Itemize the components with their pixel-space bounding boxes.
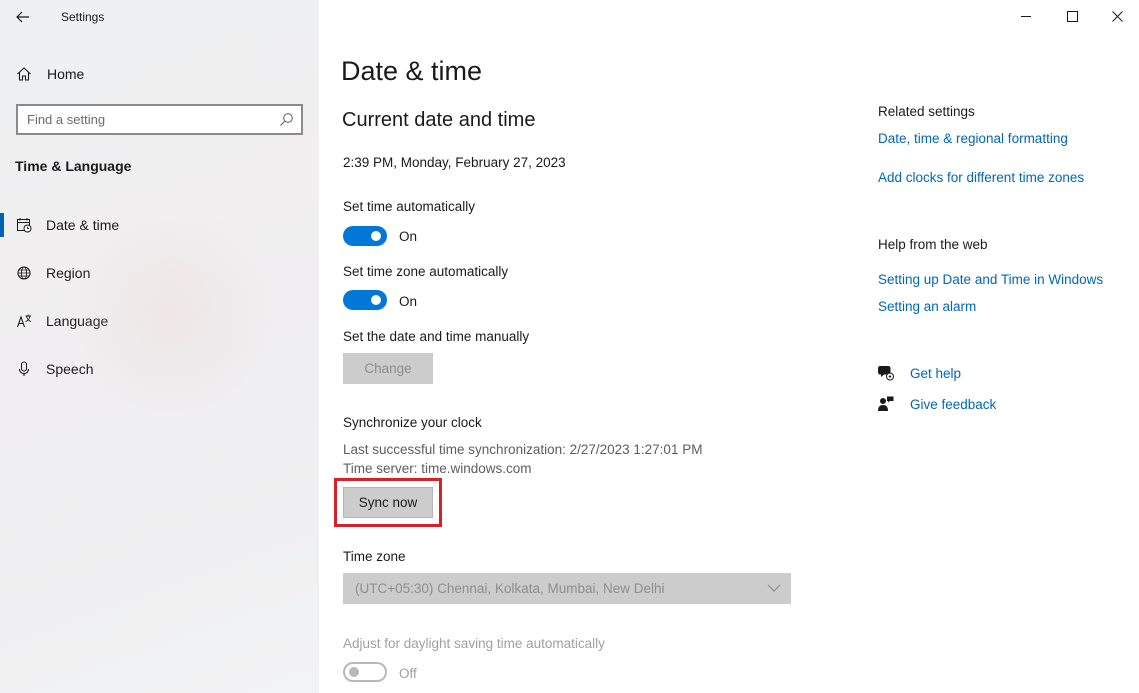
toggle-knob [371,231,381,241]
search-box[interactable] [16,104,303,135]
get-help-link[interactable]: Get help [910,366,961,381]
sidebar-item-speech[interactable]: Speech [0,349,319,389]
section-heading: Current date and time [342,109,536,131]
get-help-icon [878,366,894,381]
set-time-auto-label: Set time automatically [343,199,476,214]
minimize-button[interactable] [1003,0,1049,32]
sidebar-item-date-time[interactable]: Date & time [0,205,319,245]
sidebar-item-label: Speech [46,361,94,377]
current-datetime: 2:39 PM, Monday, February 27, 2023 [343,155,566,170]
back-button[interactable] [6,4,40,30]
maximize-icon [1066,10,1078,22]
set-timezone-auto-label: Set time zone automatically [343,264,509,279]
regional-formatting-link[interactable]: Date, time & regional formatting [878,131,1068,146]
time-server-text: Time server: time.windows.com [343,461,532,476]
search-icon[interactable] [279,112,294,127]
language-icon [16,314,32,328]
back-arrow-icon [16,11,29,23]
set-time-auto-toggle[interactable] [343,226,387,246]
app-title: Settings [61,10,105,24]
chevron-down-icon [767,584,781,592]
selection-indicator [0,213,4,237]
search-input[interactable] [18,106,268,133]
toggle-knob [349,667,359,677]
dst-toggle[interactable] [343,662,387,682]
sync-heading: Synchronize your clock [343,415,482,430]
dst-label: Adjust for daylight saving time automati… [343,636,605,651]
set-timezone-auto-state: On [399,294,418,309]
sidebar-item-label: Region [46,265,91,281]
microphone-icon [18,361,30,376]
set-time-auto-state: On [399,229,418,244]
sidebar-item-region[interactable]: Region [0,253,319,293]
related-settings-heading: Related settings [878,104,975,119]
set-timezone-auto-toggle[interactable] [343,290,387,310]
dst-state: Off [399,666,417,681]
time-zone-dropdown[interactable]: (UTC+05:30) Chennai, Kolkata, Mumbai, Ne… [343,573,791,604]
manual-time-label: Set the date and time manually [343,329,530,344]
change-button[interactable]: Change [343,353,433,384]
time-zone-value: (UTC+05:30) Chennai, Kolkata, Mumbai, Ne… [355,581,665,596]
time-zone-label: Time zone [343,549,406,564]
sync-now-button[interactable]: Sync now [343,487,433,518]
section-title: Time & Language [15,158,132,174]
toggle-knob [371,295,381,305]
calendar-clock-icon [17,218,32,233]
give-feedback-link[interactable]: Give feedback [910,397,996,412]
setting-alarm-link[interactable]: Setting an alarm [878,299,976,314]
help-from-web-heading: Help from the web [878,237,988,252]
sidebar-item-home[interactable]: Home [0,58,319,90]
page-title: Date & time [341,56,483,86]
setup-date-time-link[interactable]: Setting up Date and Time in Windows [878,272,1103,287]
title-bar: Settings [0,0,319,34]
feedback-icon [878,396,894,411]
home-icon [17,67,31,81]
maximize-button[interactable] [1049,0,1095,32]
sidebar-item-label: Date & time [46,217,120,233]
sidebar-item-label: Language [46,313,109,329]
last-sync-text: Last successful time synchronization: 2/… [343,442,703,457]
close-icon [1111,10,1123,22]
globe-icon [17,266,31,280]
sidebar: Settings Home Time & Language Date & tim… [0,0,319,693]
home-label: Home [47,66,85,82]
sidebar-item-language[interactable]: Language [0,301,319,341]
close-button[interactable] [1094,0,1139,32]
add-clocks-link[interactable]: Add clocks for different time zones [878,170,1084,185]
minimize-icon [1020,15,1031,17]
